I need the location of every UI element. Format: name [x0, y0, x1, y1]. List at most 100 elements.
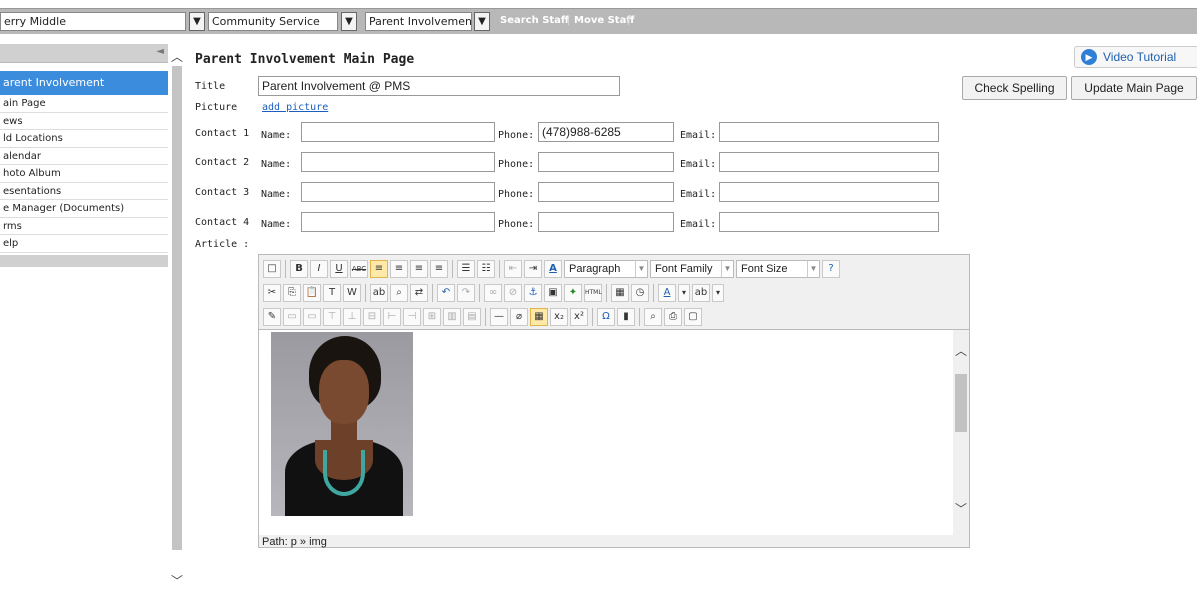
- name-label: Name:: [261, 219, 292, 230]
- insert-row-before-icon: ⊤: [323, 308, 341, 326]
- paragraph-select[interactable]: Paragraph ▼: [564, 260, 648, 278]
- scroll-down-icon[interactable]: ﹀: [953, 500, 969, 517]
- contact-phone-field[interactable]: (478)988-6285: [538, 122, 674, 142]
- insert-date-icon[interactable]: ▦: [611, 284, 629, 302]
- paste-text-icon[interactable]: T: [323, 284, 341, 302]
- scroll-up-icon[interactable]: ︿: [170, 48, 184, 65]
- contact-name-field[interactable]: [301, 152, 495, 172]
- toolbar-row-3: ✎ ▭ ▭ ⊤ ⊥ ⊟ ⊢ ⊣ ⊞ ▥ ▤ — ⌀ ▦ x₂ x² Ω ▮ ⌕ …: [263, 306, 702, 328]
- strikethrough-button[interactable]: ABC: [350, 260, 368, 278]
- sidebar-item-news[interactable]: ews: [0, 113, 168, 130]
- row-props-icon: ▭: [283, 308, 301, 326]
- print-icon[interactable]: ⎙: [664, 308, 682, 326]
- video-tutorial-button[interactable]: ▶ Video Tutorial: [1074, 46, 1197, 68]
- styles-icon[interactable]: A: [544, 260, 562, 278]
- editor-scrollbar[interactable]: ︿ ﹀: [953, 330, 969, 536]
- sidebar-item-calendar[interactable]: alendar: [0, 148, 168, 165]
- edit-table-icon[interactable]: ✎: [263, 308, 281, 326]
- insert-time-icon[interactable]: ◷: [631, 284, 649, 302]
- numbered-list-icon[interactable]: ☷: [477, 260, 495, 278]
- remove-format-icon[interactable]: ⌀: [510, 308, 528, 326]
- page-select[interactable]: Parent Involvement: [365, 12, 472, 31]
- page-scrollbar[interactable]: ︿ ﹀: [170, 44, 184, 588]
- image-icon[interactable]: ▣: [544, 284, 562, 302]
- fullscreen-icon[interactable]: ▢: [684, 308, 702, 326]
- new-document-icon[interactable]: □: [263, 260, 281, 278]
- find-icon[interactable]: ⌕: [390, 284, 408, 302]
- move-staff-link[interactable]: Move Staff: [574, 15, 634, 26]
- subscript-button[interactable]: x₂: [550, 308, 568, 326]
- check-spelling-button[interactable]: Check Spelling: [962, 76, 1067, 100]
- contact-phone-field[interactable]: [538, 152, 674, 172]
- undo-icon[interactable]: ↶: [437, 284, 455, 302]
- sidebar-item-parent-involvement[interactable]: arent Involvement: [0, 71, 168, 95]
- search-staff-link[interactable]: Search Staff: [500, 15, 569, 26]
- horizontal-rule-button[interactable]: —: [490, 308, 508, 326]
- font-size-select[interactable]: Font Size ▼: [736, 260, 820, 278]
- update-main-page-button[interactable]: Update Main Page: [1071, 76, 1197, 100]
- align-right-icon[interactable]: ≡: [410, 260, 428, 278]
- contact-email-field[interactable]: [719, 152, 939, 172]
- preview-icon[interactable]: ⌕: [644, 308, 662, 326]
- cut-icon[interactable]: ✂: [263, 284, 281, 302]
- sidebar-item-forms[interactable]: rms: [0, 218, 168, 235]
- bold-button[interactable]: B: [290, 260, 308, 278]
- align-justify-icon[interactable]: ≡: [430, 260, 448, 278]
- contact-phone-field[interactable]: [538, 182, 674, 202]
- scroll-down-icon[interactable]: ﹀: [170, 572, 184, 589]
- help-icon[interactable]: ?: [822, 260, 840, 278]
- contact-name-field[interactable]: [301, 182, 495, 202]
- highlight-color-icon[interactable]: ab: [692, 284, 710, 302]
- scrollbar-track[interactable]: [172, 66, 182, 550]
- add-picture-link[interactable]: add picture: [262, 102, 328, 113]
- sidebar-item-field-locations[interactable]: ld Locations: [0, 130, 168, 148]
- indent-icon[interactable]: ⇥: [524, 260, 542, 278]
- paste-icon[interactable]: 📋: [303, 284, 321, 302]
- text-color-icon[interactable]: A: [658, 284, 676, 302]
- bullet-list-icon[interactable]: ☰: [457, 260, 475, 278]
- cleanup-icon[interactable]: ✦: [564, 284, 582, 302]
- media-icon[interactable]: ▮: [617, 308, 635, 326]
- sidebar-item-photo-album[interactable]: hoto Album: [0, 165, 168, 183]
- title-field[interactable]: Parent Involvement @ PMS: [258, 76, 620, 96]
- contact-name-field[interactable]: [301, 122, 495, 142]
- section-select[interactable]: Community Service: [208, 12, 338, 31]
- photo-face: [319, 360, 369, 424]
- italic-button[interactable]: I: [310, 260, 328, 278]
- contact-email-field[interactable]: [719, 212, 939, 232]
- text-color-dropdown-icon[interactable]: ▾: [678, 284, 690, 302]
- replace-icon[interactable]: ⇄: [410, 284, 428, 302]
- paste-word-icon[interactable]: W: [343, 284, 361, 302]
- contact-phone-field[interactable]: [538, 212, 674, 232]
- sidebar-item-main-page[interactable]: ain Page: [0, 95, 168, 113]
- scrollbar-thumb[interactable]: [955, 374, 967, 432]
- visual-aid-icon[interactable]: ▦: [530, 308, 548, 326]
- page-select-chevron-down-icon[interactable]: ▼: [474, 12, 490, 31]
- scroll-up-icon[interactable]: ︿: [953, 342, 969, 359]
- select-all-icon[interactable]: ab: [370, 284, 388, 302]
- contact-email-field[interactable]: [719, 122, 939, 142]
- superscript-button[interactable]: x²: [570, 308, 588, 326]
- sidebar-item-help[interactable]: elp: [0, 235, 168, 253]
- underline-button[interactable]: U: [330, 260, 348, 278]
- copy-icon[interactable]: ⎘: [283, 284, 301, 302]
- font-family-select[interactable]: Font Family ▼: [650, 260, 734, 278]
- align-center-icon[interactable]: ≡: [390, 260, 408, 278]
- contact-email-field[interactable]: [719, 182, 939, 202]
- align-left-icon[interactable]: ≡: [370, 260, 388, 278]
- school-select-chevron-down-icon[interactable]: ▼: [189, 12, 205, 31]
- sidebar-item-file-manager[interactable]: e Manager (Documents): [0, 200, 168, 218]
- school-select[interactable]: erry Middle: [0, 12, 186, 31]
- anchor-icon[interactable]: ⚓: [524, 284, 542, 302]
- sidebar-item-presentations[interactable]: esentations: [0, 183, 168, 200]
- insert-col-after-icon: ⊣: [403, 308, 421, 326]
- collapse-left-icon[interactable]: ◄: [156, 46, 164, 57]
- highlight-color-dropdown-icon[interactable]: ▾: [712, 284, 724, 302]
- editor-content[interactable]: ︿ ﹀: [259, 329, 969, 536]
- delete-row-icon: ⊟: [363, 308, 381, 326]
- section-select-chevron-down-icon[interactable]: ▼: [341, 12, 357, 31]
- special-char-button[interactable]: Ω: [597, 308, 615, 326]
- contact-name-field[interactable]: [301, 212, 495, 232]
- portrait-image[interactable]: [271, 332, 413, 516]
- html-source-button[interactable]: HTML: [584, 284, 602, 302]
